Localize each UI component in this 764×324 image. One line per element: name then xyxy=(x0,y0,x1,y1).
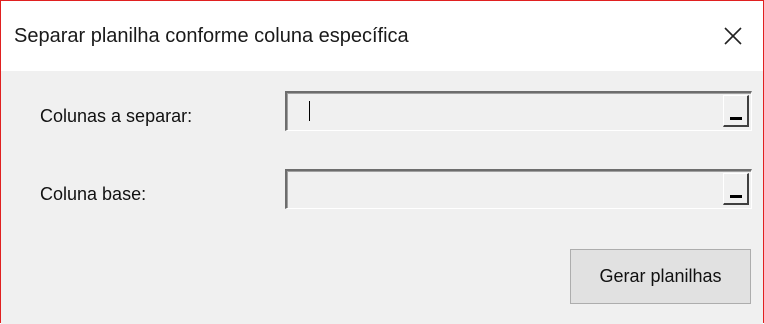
close-icon xyxy=(724,27,742,45)
collapse-dialog-icon xyxy=(730,195,742,198)
base-column-collapse-button[interactable] xyxy=(723,173,749,205)
generate-sheets-button[interactable]: Gerar planilhas xyxy=(570,249,751,304)
dialog-window: Separar planilha conforme coluna específ… xyxy=(0,0,764,324)
title-bar: Separar planilha conforme coluna específ… xyxy=(1,1,763,71)
base-column-label: Coluna base: xyxy=(40,184,147,204)
columns-to-split-collapse-button[interactable] xyxy=(723,95,749,127)
columns-to-split-refedit[interactable] xyxy=(285,91,752,131)
base-column-refedit[interactable] xyxy=(285,169,752,209)
collapse-dialog-icon xyxy=(730,117,742,120)
columns-to-split-input[interactable] xyxy=(291,95,711,127)
dialog-body: Colunas a separar: Coluna base: Gerar pl… xyxy=(1,71,763,324)
text-caret xyxy=(309,101,310,121)
close-button[interactable] xyxy=(703,1,763,71)
base-column-input[interactable] xyxy=(291,173,711,205)
window-title: Separar planilha conforme coluna específ… xyxy=(14,25,409,47)
columns-to-split-label: Colunas a separar: xyxy=(40,106,193,126)
